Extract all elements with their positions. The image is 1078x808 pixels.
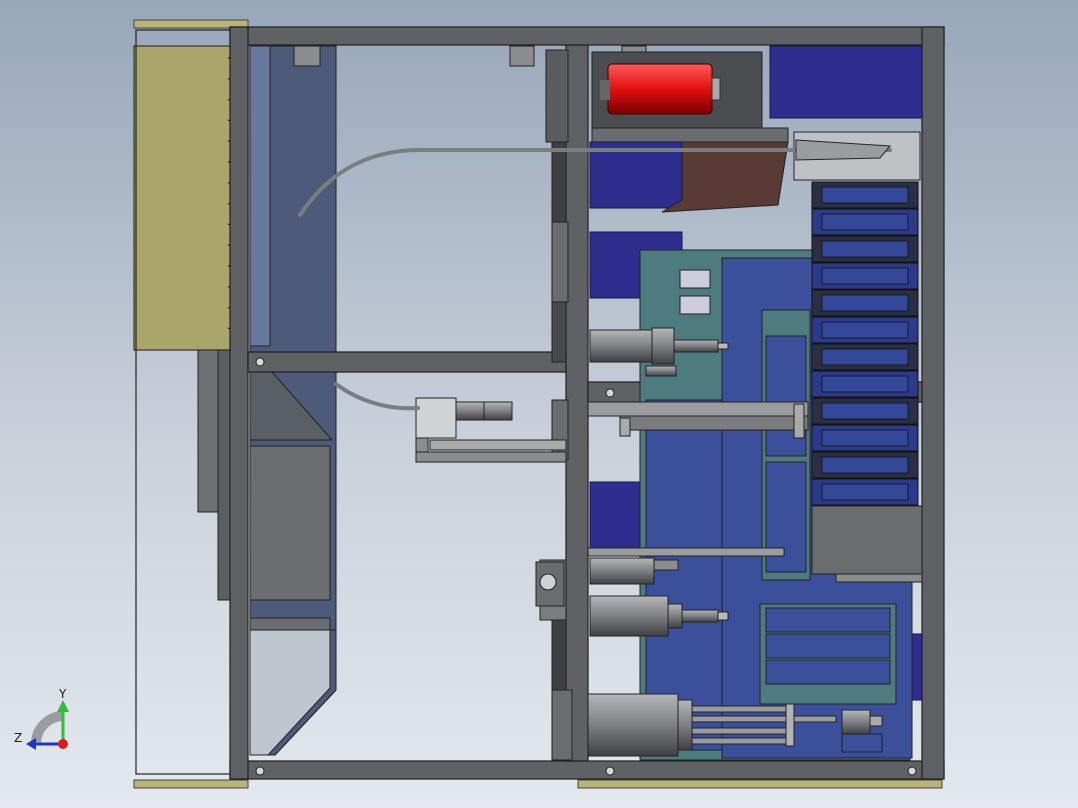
chain-link-window: [821, 294, 909, 312]
y-axis-arrowhead: [57, 700, 69, 712]
cable-chain: [811, 181, 919, 506]
chain-link-window: [821, 456, 909, 474]
chain-link-window: [821, 267, 909, 285]
chain-link-window: [821, 321, 909, 339]
chain-link-window: [821, 483, 909, 501]
bottom-right-foot: [577, 779, 943, 789]
y-axis-label: Y: [58, 687, 67, 701]
shelf-plate: [587, 547, 785, 557]
chain-end-block: [811, 505, 923, 575]
chain-link-window: [821, 240, 909, 258]
x-axis-dot: [58, 739, 68, 749]
chain-link-window: [821, 213, 909, 231]
cad-viewport[interactable]: Y Z: [0, 0, 1078, 808]
slate-chute: [249, 45, 337, 756]
chain-link-window: [821, 429, 909, 447]
chain-link-window: [821, 375, 909, 393]
chain-link-window: [821, 348, 909, 366]
red-cylinder-assembly: [591, 51, 789, 143]
gripper-arm: [415, 397, 567, 463]
z-axis-arrowhead: [26, 738, 36, 750]
coordinate-triad: Y Z: [14, 687, 69, 750]
bottom-left-foot: [133, 779, 249, 789]
chain-end-block-strip: [835, 573, 923, 583]
hopper-block: [197, 349, 233, 601]
chain-link-window: [821, 186, 909, 204]
chain-link-window: [821, 402, 909, 420]
z-axis-label: Z: [14, 731, 22, 745]
